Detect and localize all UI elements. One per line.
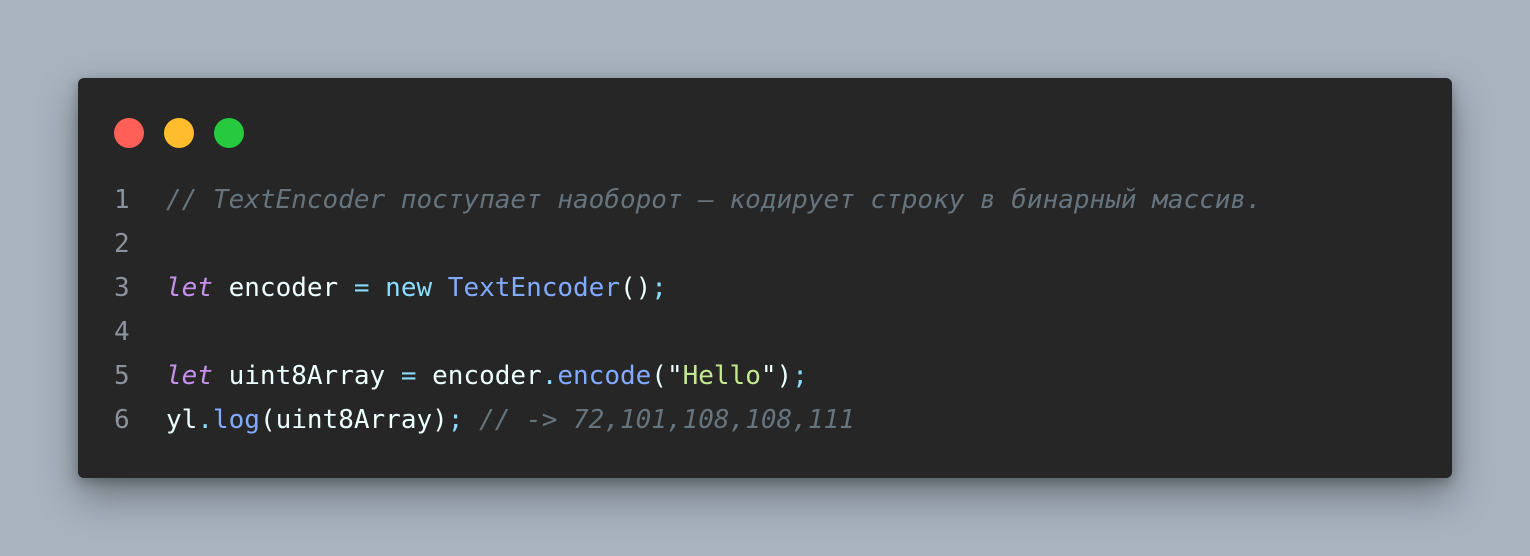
close-button[interactable] [114,118,144,148]
line-number: 4 [114,317,130,347]
line-number: 2 [114,229,130,259]
code-token-plain: " [760,361,777,391]
line-number: 3 [114,273,130,303]
code-token-plain: uint8Array [212,361,401,391]
code-token-comment: // TextEncoder поступает наоборот – коди… [166,185,1262,215]
line-number: 1 [114,185,130,215]
code-token-op: = [353,273,370,303]
code-token-paren: () [619,273,652,303]
code-token-plain: yl [166,405,198,435]
code-text: let encoder = new TextEncoder(); [166,266,667,310]
code-text: // TextEncoder поступает наоборот – коди… [166,178,1262,222]
code-token-plain: " [666,361,683,391]
code-token-keyword: let [166,361,213,391]
code-token-punct: ; [447,405,464,435]
code-token-func: TextEncoder [447,273,620,303]
code-token-plain: encoder [416,361,542,391]
code-token-comment: // -> 72,101,108,108,111 [479,405,855,435]
code-token-op: . [197,405,213,435]
code-token-paren: ) [776,361,793,391]
code-token-op: new [385,273,433,303]
code-token-func: log [212,405,260,435]
code-text: let uint8Array = encoder.encode("Hello")… [166,354,808,398]
line-number: 6 [114,405,130,435]
maximize-button[interactable] [214,118,244,148]
code-window: 1 // TextEncoder поступает наоборот – код… [78,78,1452,478]
code-token-func: encode [557,361,652,391]
code-token-punct: ; [651,273,667,303]
line-number: 5 [114,361,130,391]
code-text: yl.log(uint8Array); // -> 72,101,108,108… [166,398,855,442]
code-token-paren: ( [651,361,667,391]
code-token-punct: ; [792,361,808,391]
code-token-string: Hello [682,361,761,391]
minimize-button[interactable] [164,118,194,148]
code-token-plain: encoder [212,273,354,303]
code-token-keyword: let [166,273,213,303]
code-token-op: = [400,361,417,391]
code-token-op: . [541,361,558,391]
code-token-paren: (uint8Array) [259,405,448,435]
